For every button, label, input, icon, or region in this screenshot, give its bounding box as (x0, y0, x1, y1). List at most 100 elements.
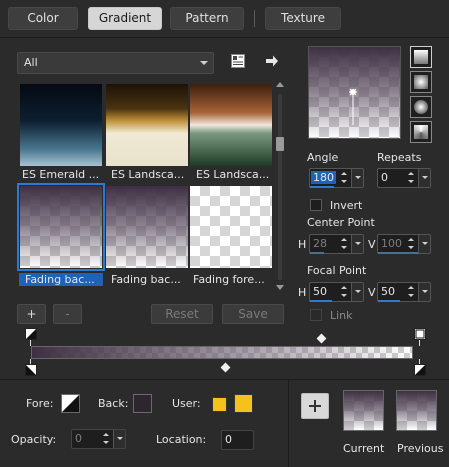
focal-point-label: Focal Point (307, 264, 367, 277)
angle-input[interactable]: 180 (309, 168, 364, 188)
bottom-divider (0, 379, 449, 380)
link-label: Link (330, 309, 353, 322)
focal-v-stepper[interactable] (407, 284, 417, 300)
add-gradient-button[interactable]: + (17, 304, 46, 324)
conical-gradient-icon (414, 125, 428, 139)
thumb-label: Fading bac... (19, 273, 103, 286)
color-stop-right[interactable] (414, 364, 426, 376)
back-swatch[interactable] (133, 394, 152, 413)
center-v-input[interactable]: 100 (377, 234, 431, 254)
angle-handle-icon[interactable] (347, 87, 359, 127)
remove-gradient-button[interactable]: - (53, 304, 82, 324)
opacity-stop-right[interactable] (414, 328, 426, 340)
focal-h-slider-bar (310, 300, 332, 302)
save-gradient-button[interactable]: Save (222, 304, 284, 324)
add-to-swatches-button[interactable] (301, 393, 329, 419)
tab-pattern[interactable]: Pattern (170, 7, 244, 30)
location-input[interactable]: 0 (221, 430, 254, 450)
center-h-input[interactable]: 28 (309, 234, 364, 254)
center-h-label: H (298, 238, 307, 251)
opacity-stepper[interactable] (102, 431, 112, 447)
current-label: Current (343, 442, 385, 455)
tab-gradient[interactable]: Gradient (88, 7, 162, 30)
gradient-thumb-fading-foreground[interactable] (190, 186, 272, 268)
tab-separator (254, 10, 255, 27)
color-midpoint[interactable] (220, 362, 231, 373)
opacity-dropdown[interactable] (113, 430, 125, 448)
focal-h-label: H (298, 286, 307, 299)
focal-v-label: V (368, 286, 376, 299)
category-dropdown[interactable]: All (17, 52, 214, 74)
user-swatch-small[interactable] (212, 397, 227, 412)
focal-h-input[interactable]: 50 (309, 282, 364, 302)
focal-v-input[interactable]: 50 (377, 282, 431, 302)
gradient-preview[interactable] (308, 46, 401, 139)
gradient-thumb-es-landscape-1[interactable] (106, 84, 188, 166)
angle-stepper[interactable] (340, 170, 350, 186)
radial-gradient-icon (414, 100, 428, 114)
focal-v-dropdown[interactable] (418, 283, 430, 301)
location-label: Location: (156, 433, 207, 446)
invert-checkbox[interactable] (310, 199, 322, 211)
angle-dropdown[interactable] (351, 169, 363, 187)
opacity-midpoint[interactable] (316, 333, 327, 344)
center-h-dropdown[interactable] (351, 235, 363, 253)
color-stop-icon (26, 365, 36, 375)
arrow-right-icon[interactable] (265, 54, 279, 68)
fore-swatch[interactable] (61, 394, 80, 413)
opacity-label: Opacity: (11, 433, 57, 446)
chevron-down-icon (200, 61, 208, 65)
center-v-stepper[interactable] (407, 236, 417, 252)
previous-label: Previous (397, 442, 444, 455)
fore-label: Fore: (26, 397, 54, 410)
rectangular-style-button[interactable] (410, 71, 432, 93)
sunburst-style-button[interactable] (410, 96, 432, 118)
opacity-stop-left[interactable] (25, 328, 37, 340)
opacity-stop-icon (415, 329, 425, 339)
tab-texture[interactable]: Texture (265, 7, 341, 30)
current-swatch[interactable] (343, 390, 384, 431)
opacity-input[interactable]: 0 (71, 429, 126, 449)
gradient-thumb-es-emerald[interactable] (20, 84, 102, 166)
tab-color[interactable]: Color (8, 7, 78, 30)
gradient-thumb-fading-back[interactable] (106, 186, 188, 268)
reset-button[interactable]: Reset (151, 304, 213, 324)
scroll-up-icon[interactable] (276, 82, 284, 87)
scroll-track[interactable] (278, 94, 282, 280)
link-checkbox[interactable] (310, 309, 322, 321)
thumb-label: Fading bac... (111, 273, 181, 286)
focal-h-stepper[interactable] (340, 284, 350, 300)
focal-v-slider-bar (378, 300, 400, 302)
repeats-dropdown[interactable] (418, 169, 430, 187)
previous-swatch[interactable] (396, 390, 437, 431)
radial-style-button[interactable] (410, 121, 432, 143)
center-h-stepper[interactable] (340, 236, 350, 252)
center-v-dropdown[interactable] (418, 235, 430, 253)
gallery-scrollbar[interactable] (275, 82, 285, 292)
fore-style-icon (62, 395, 79, 412)
center-point-label: Center Point (307, 216, 375, 229)
top-divider (0, 37, 449, 38)
repeats-stepper[interactable] (407, 170, 417, 186)
vertical-divider (288, 380, 289, 467)
angle-label: Angle (307, 151, 339, 164)
repeats-input[interactable]: 0 (377, 168, 431, 188)
gradient-thumb-es-landscape-2[interactable] (190, 84, 272, 166)
thumb-label: ES Landsca... (111, 168, 185, 181)
gradient-editor-bar[interactable] (31, 346, 413, 359)
angle-slider-bar (310, 186, 334, 188)
gradient-thumb-fading-back-selected[interactable] (17, 183, 105, 271)
scroll-thumb[interactable] (276, 137, 284, 151)
color-stop-left[interactable] (25, 364, 37, 376)
center-v-label: V (368, 238, 376, 251)
scroll-down-icon[interactable] (276, 285, 284, 290)
focal-h-dropdown[interactable] (351, 283, 363, 301)
invert-label: Invert (330, 199, 363, 212)
opacity-stop-icon (26, 329, 36, 339)
browse-icon[interactable] (230, 53, 246, 69)
rectangular-gradient-icon (414, 75, 428, 89)
repeats-label: Repeats (377, 151, 422, 164)
user-swatch[interactable] (234, 394, 253, 413)
linear-style-button[interactable] (410, 46, 432, 68)
thumb-label: ES Landsca... (196, 168, 270, 181)
